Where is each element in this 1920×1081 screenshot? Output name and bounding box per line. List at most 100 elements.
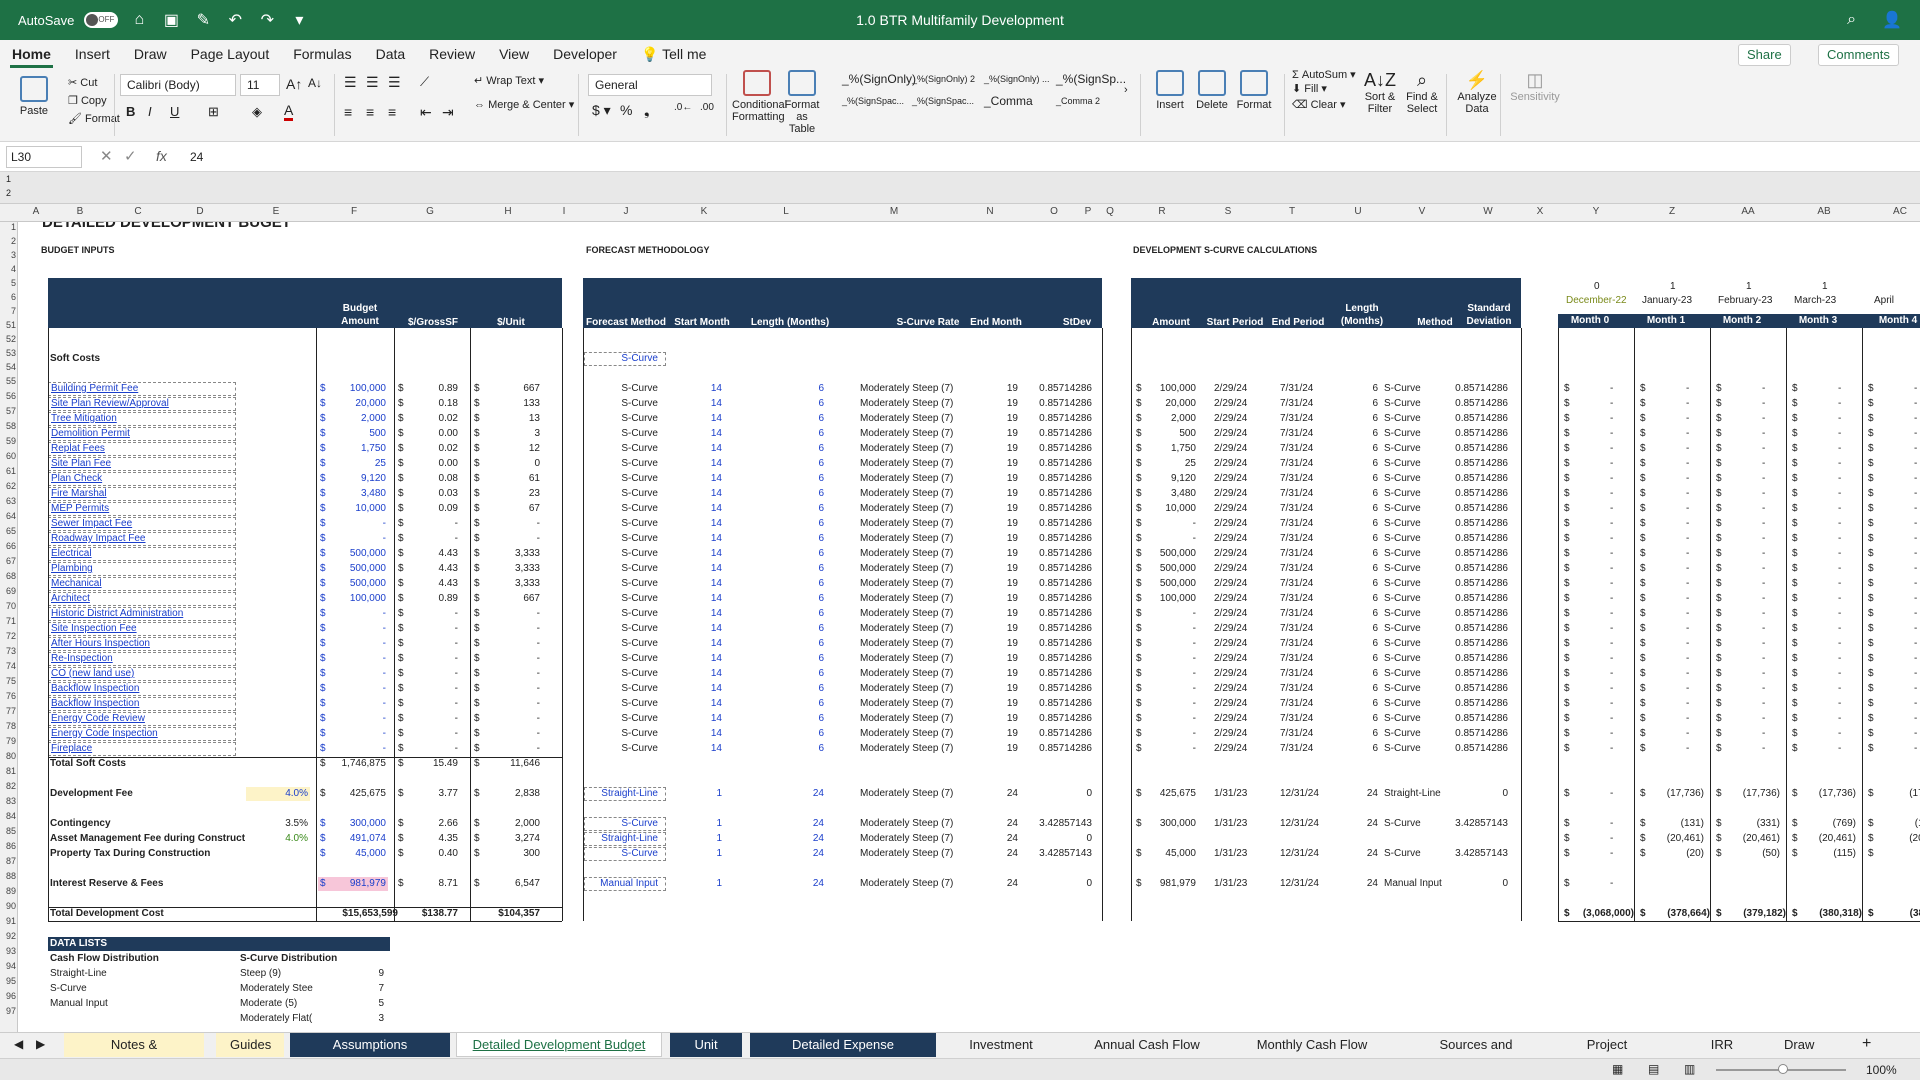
outline-level-1[interactable]: 1 xyxy=(6,174,11,184)
row-header[interactable]: 72 xyxy=(0,631,16,641)
style-gallery-item[interactable]: _Comma 2 xyxy=(1056,96,1100,106)
merge-center-button[interactable]: ⇔ Merge & Center ▾ xyxy=(474,98,574,111)
zoom-level[interactable]: 100% xyxy=(1866,1063,1897,1077)
item-length-months[interactable]: 6 xyxy=(738,622,824,636)
row-header[interactable]: 56 xyxy=(0,391,16,401)
item-start-month[interactable]: 14 xyxy=(668,592,722,606)
asset_mgmt-pct[interactable]: 4.0% xyxy=(248,832,308,846)
copy-button[interactable]: ❐ Copy xyxy=(68,94,107,107)
column-header[interactable]: S xyxy=(1225,206,1232,217)
item-length-months[interactable]: 6 xyxy=(738,577,824,591)
decrease-decimal-icon[interactable]: .00 xyxy=(700,102,714,113)
column-header[interactable]: B xyxy=(77,206,84,217)
row-header[interactable]: 64 xyxy=(0,511,16,521)
function-icon[interactable]: fx xyxy=(156,148,167,164)
style-gallery-item[interactable]: _%(SignSp... xyxy=(1056,72,1126,86)
column-header[interactable]: K xyxy=(701,206,708,217)
item-budget-amount[interactable]: 500,000 xyxy=(330,577,386,591)
sheet-tab[interactable]: Detailed Development Budget xyxy=(456,1033,662,1057)
column-header[interactable]: O xyxy=(1050,206,1058,217)
row-header[interactable]: 96 xyxy=(0,991,16,1001)
item-start-month[interactable]: 14 xyxy=(668,412,722,426)
item-start-month[interactable]: 14 xyxy=(668,457,722,471)
worksheet-grid[interactable]: DETAILED DEVELOPMENT BUGET BUDGET INPUTS… xyxy=(18,222,1920,1032)
fill-button[interactable]: ⬇ Fill ▾ xyxy=(1292,82,1327,95)
column-header[interactable]: M xyxy=(890,206,898,217)
item-budget-amount[interactable]: 20,000 xyxy=(330,397,386,411)
conditional-formatting-button[interactable]: Conditional Formatting xyxy=(732,70,787,123)
row-header[interactable]: 4 xyxy=(0,264,16,274)
column-header[interactable]: V xyxy=(1419,206,1426,217)
normal-view-icon[interactable]: ▦ xyxy=(1612,1062,1623,1076)
item-start-month[interactable]: 14 xyxy=(668,727,722,741)
row-header[interactable]: 87 xyxy=(0,856,16,866)
row-header[interactable]: 3 xyxy=(0,250,16,260)
sheet-tab[interactable]: Sources and Uses xyxy=(1412,1033,1540,1076)
italic-button[interactable]: I xyxy=(148,104,152,119)
row-header[interactable]: 52 xyxy=(0,334,16,344)
tab-data[interactable]: Data xyxy=(364,40,418,68)
style-gallery-item[interactable]: _Comma xyxy=(984,94,1033,108)
row-header[interactable]: 76 xyxy=(0,691,16,701)
style-gallery-item[interactable]: _%(SignOnly) ... xyxy=(984,74,1050,84)
tab-draw[interactable]: Draw xyxy=(122,40,179,68)
column-header[interactable]: AA xyxy=(1741,206,1754,217)
contingency-pct[interactable]: 3.5% xyxy=(248,817,308,831)
formula-input[interactable]: 24 xyxy=(190,150,203,164)
item-start-month[interactable]: 14 xyxy=(668,517,722,531)
row-header[interactable]: 79 xyxy=(0,736,16,746)
item-budget-amount[interactable]: - xyxy=(330,622,386,636)
tab-page-layout[interactable]: Page Layout xyxy=(179,40,282,68)
sort-filter-button[interactable]: A↓Z Sort & Filter xyxy=(1360,70,1400,115)
currency-icon[interactable]: $ ▾ xyxy=(592,102,611,119)
font-name-select[interactable]: Calibri (Body) xyxy=(120,74,236,96)
add-sheet-icon[interactable]: + xyxy=(1862,1035,1871,1053)
sheet-tab[interactable]: Unit Mix xyxy=(670,1033,742,1076)
underline-button[interactable]: U xyxy=(170,104,179,119)
autosum-button[interactable]: Σ AutoSum ▾ xyxy=(1292,68,1356,81)
row-header[interactable]: 73 xyxy=(0,646,16,656)
contingency-start-month[interactable]: 1 xyxy=(668,817,722,831)
align-right-icon[interactable]: ≡ xyxy=(388,104,396,120)
row-header[interactable]: 92 xyxy=(0,931,16,941)
format-as-table-button[interactable]: Format as Table xyxy=(782,70,822,135)
item-start-month[interactable]: 14 xyxy=(668,547,722,561)
asset_mgmt-amount[interactable]: 491,074 xyxy=(330,832,386,846)
asset_mgmt-start-month[interactable]: 1 xyxy=(668,832,722,846)
item-budget-amount[interactable]: 500,000 xyxy=(330,562,386,576)
sensitivity-button[interactable]: ◫ Sensitivity xyxy=(1510,70,1560,103)
row-header[interactable]: 81 xyxy=(0,766,16,776)
row-header[interactable]: 61 xyxy=(0,466,16,476)
item-budget-amount[interactable]: 25 xyxy=(330,457,386,471)
item-start-month[interactable]: 14 xyxy=(668,472,722,486)
item-start-month[interactable]: 14 xyxy=(668,667,722,681)
row-header[interactable]: 51 xyxy=(0,320,16,330)
align-middle-icon[interactable]: ☰ xyxy=(366,74,379,91)
tab-insert[interactable]: Insert xyxy=(63,40,122,68)
column-header[interactable]: J xyxy=(624,206,629,217)
tab-review[interactable]: Review xyxy=(417,40,487,68)
analyze-data-button[interactable]: ⚡ Analyze Data xyxy=(1456,70,1498,115)
row-header[interactable]: 85 xyxy=(0,826,16,836)
item-length-months[interactable]: 6 xyxy=(738,442,824,456)
column-header[interactable]: U xyxy=(1354,206,1361,217)
sheet-tab[interactable]: Annual Cash Flow xyxy=(1080,1033,1214,1057)
row-header[interactable]: 88 xyxy=(0,871,16,881)
next-sheet-icon[interactable]: ▶ xyxy=(36,1037,45,1051)
row-header[interactable]: 90 xyxy=(0,901,16,911)
bold-button[interactable]: B xyxy=(126,104,135,119)
prop_tax-length-months[interactable]: 24 xyxy=(738,847,824,861)
indent-decrease-icon[interactable]: ⇤ xyxy=(420,104,432,121)
prev-sheet-icon[interactable]: ◀ xyxy=(14,1037,23,1051)
interest-start-month[interactable]: 1 xyxy=(668,877,722,891)
comments-button[interactable]: Comments xyxy=(1818,44,1899,66)
item-start-month[interactable]: 14 xyxy=(668,382,722,396)
sheet-tab[interactable]: Monthly Cash Flow xyxy=(1230,1033,1394,1057)
row-header[interactable]: 58 xyxy=(0,421,16,431)
item-budget-amount[interactable]: 1,750 xyxy=(330,442,386,456)
row-header[interactable]: 93 xyxy=(0,946,16,956)
orientation-icon[interactable]: ⟋ xyxy=(420,74,429,90)
row-header[interactable]: 83 xyxy=(0,796,16,806)
item-length-months[interactable]: 6 xyxy=(738,487,824,501)
row-header[interactable]: 70 xyxy=(0,601,16,611)
